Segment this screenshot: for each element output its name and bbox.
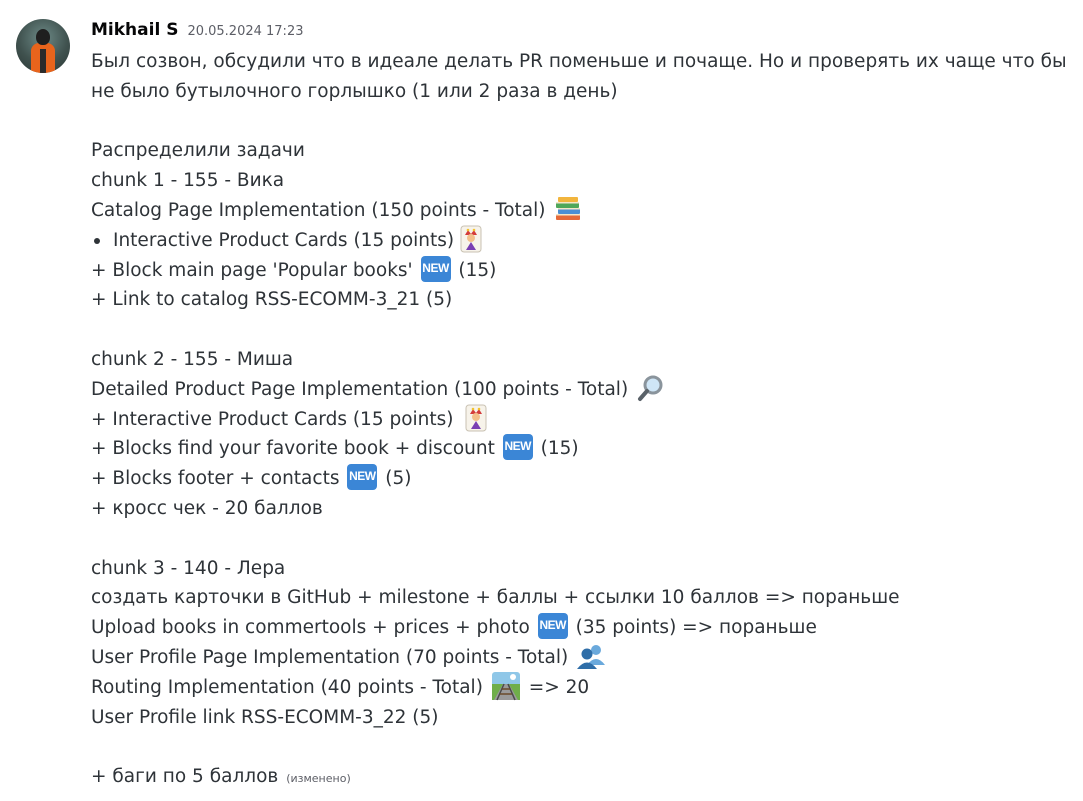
- message-line: + Blocks footer + contacts NEW (5): [91, 464, 1071, 494]
- message-line: + Blocks find your favorite book + disco…: [91, 434, 1071, 464]
- new-badge-icon[interactable]: NEW: [502, 434, 533, 461]
- line-text: + Interactive Product Cards (15 points): [91, 408, 454, 430]
- username[interactable]: Mikhail S: [91, 20, 178, 40]
- busts-in-silhouette-icon[interactable]: [576, 641, 606, 671]
- line-text: + Blocks find your favorite book + disco…: [91, 438, 495, 460]
- line-text: + Block main page 'Popular books': [91, 259, 413, 281]
- line-text: Catalog Page Implementation (150 points …: [91, 199, 546, 221]
- edited-label: (изменено): [286, 772, 351, 786]
- message-line: Распределили задачи: [91, 140, 305, 162]
- line-text: => 20: [528, 676, 590, 698]
- new-badge-icon[interactable]: NEW: [420, 255, 451, 282]
- bullet-item: Interactive Product Cards (15 points): [91, 224, 1071, 256]
- message-line: Detailed Product Page Implementation (10…: [91, 375, 1071, 405]
- joker-card-icon[interactable]: [461, 403, 491, 433]
- line-text: (15): [458, 259, 497, 281]
- magnifying-glass-icon[interactable]: [636, 373, 666, 403]
- line-text: (35 points) => пораньше: [575, 617, 817, 639]
- line-text: (5): [385, 468, 412, 490]
- message-line: + кросс чек - 20 баллов: [91, 497, 323, 519]
- message-line: Routing Implementation (40 points - Tota…: [91, 671, 1071, 703]
- line-text: Interactive Product Cards (15 points): [113, 229, 455, 251]
- line-text: + баги по 5 баллов: [91, 766, 279, 788]
- line-text: Routing Implementation (40 points - Tota…: [91, 676, 483, 698]
- message-content: Был созвон, обсудили что в идеале делать…: [91, 47, 1071, 792]
- line-text: Detailed Product Page Implementation (10…: [91, 378, 629, 400]
- new-badge-icon[interactable]: NEW: [537, 613, 568, 640]
- message-line: Был созвон, обсудили что в идеале делать…: [91, 51, 1067, 102]
- new-badge-icon[interactable]: NEW: [347, 464, 378, 491]
- line-text: User Profile Page Implementation (70 poi…: [91, 646, 569, 668]
- avatar-strap: [40, 49, 46, 73]
- message-line: User Profile link RSS-ECOMM-3_22 (5): [91, 706, 439, 728]
- message-line: + баги по 5 баллов (изменено): [91, 762, 1071, 792]
- message-line: Catalog Page Implementation (150 points …: [91, 196, 1071, 226]
- line-text: (15): [540, 438, 579, 460]
- message-line: chunk 3 - 140 - Лера: [91, 557, 286, 579]
- message-line: User Profile Page Implementation (70 poi…: [91, 643, 1071, 673]
- message-header: Mikhail S 20.05.2024 17:23: [91, 20, 303, 40]
- message-line: + Interactive Product Cards (15 points): [91, 403, 1071, 435]
- avatar[interactable]: [16, 19, 70, 73]
- joker-card-icon[interactable]: [456, 224, 486, 254]
- message-line: chunk 2 - 155 - Миша: [91, 348, 294, 370]
- message-line: chunk 1 - 155 - Вика: [91, 170, 285, 192]
- message-line: + Link to catalog RSS-ECOMM-3_21 (5): [91, 289, 453, 311]
- avatar-head: [36, 29, 50, 45]
- message-line: Upload books in commertools + prices + p…: [91, 613, 1071, 643]
- message-line: + Block main page 'Popular books' NEW (1…: [91, 255, 1071, 286]
- railway-track-icon[interactable]: [491, 671, 521, 701]
- message-line: создать карточки в GitHub + milestone + …: [91, 587, 900, 609]
- line-text: Upload books in commertools + prices + p…: [91, 617, 530, 639]
- books-icon[interactable]: [553, 194, 583, 224]
- timestamp[interactable]: 20.05.2024 17:23: [187, 24, 303, 39]
- line-text: + Blocks footer + contacts: [91, 468, 340, 490]
- chat-message: Mikhail S 20.05.2024 17:23 Был созвон, о…: [0, 0, 1083, 801]
- bullet-dot: [94, 237, 100, 244]
